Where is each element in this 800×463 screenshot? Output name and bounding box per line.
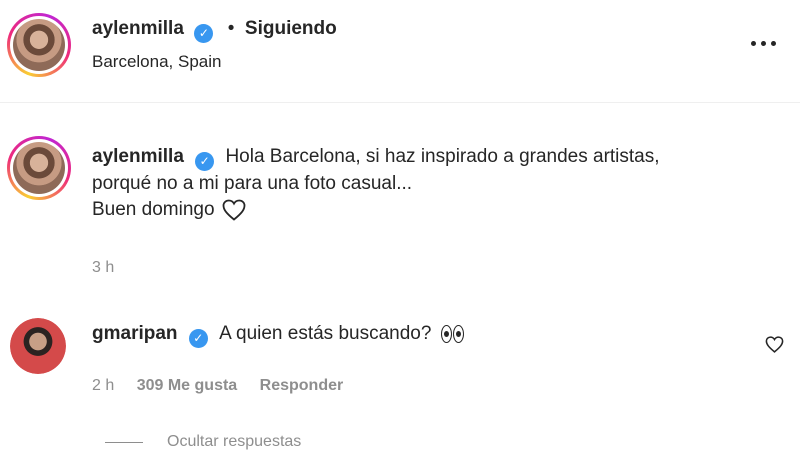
verified-badge-icon: ✓ <box>194 23 214 43</box>
separator-dot: • <box>227 18 235 39</box>
caption-author[interactable]: aylenmilla <box>92 146 184 167</box>
comment-like-heart-icon[interactable] <box>765 336 784 353</box>
replies-line <box>105 442 143 443</box>
comment-row: gmaripan ✓ A quien estás buscando? <box>92 321 464 348</box>
caption-avatar[interactable] <box>7 136 71 200</box>
more-options-icon[interactable] <box>748 36 778 50</box>
heart-outline-icon <box>222 199 245 221</box>
comment-likes[interactable]: 309 Me gusta <box>137 377 237 394</box>
post-location[interactable]: Barcelona, Spain <box>92 52 221 72</box>
author-avatar[interactable] <box>7 13 71 77</box>
caption-block: aylenmilla ✓ Hola Barcelona, si haz insp… <box>92 144 772 223</box>
verified-badge-icon: ✓ <box>188 328 208 348</box>
reply-button[interactable]: Responder <box>260 377 344 394</box>
comment-meta: 2 h 309 Me gusta Responder <box>92 377 343 395</box>
verified-badge-icon: ✓ <box>195 151 215 171</box>
caption-text-line1: Hola Barcelona, si haz inspirado a grand… <box>225 146 660 167</box>
comment-time[interactable]: 2 h <box>92 377 114 394</box>
post-header: aylenmilla ✓ • Siguiendo Barcelona, Spai… <box>0 0 800 102</box>
comment-text: A quien estás buscando? <box>219 323 432 344</box>
eyes-emoji-icon <box>440 325 464 343</box>
caption-text-line3: Buen domingo <box>92 198 215 220</box>
caption-time[interactable]: 3 h <box>92 259 114 277</box>
author-username[interactable]: aylenmilla <box>92 18 184 39</box>
comment-author[interactable]: gmaripan <box>92 323 178 344</box>
hide-replies-button[interactable]: Ocultar respuestas <box>167 433 301 451</box>
comment-avatar[interactable] <box>10 318 66 374</box>
follow-status[interactable]: Siguiendo <box>245 18 337 39</box>
header-divider <box>0 102 800 103</box>
caption-text-line2: porqué no a mi para una foto casual... <box>92 172 413 194</box>
